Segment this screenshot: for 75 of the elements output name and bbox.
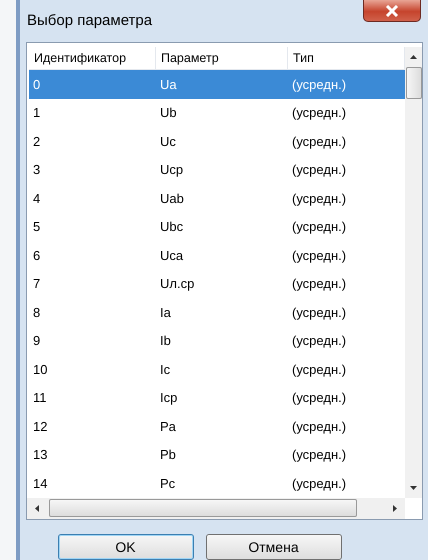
table-row[interactable]: 6 Uca (усредн.) <box>29 241 405 270</box>
scroll-up-icon[interactable] <box>410 55 417 59</box>
table-cell-text: (усредн.) <box>291 390 348 406</box>
table-cell-text: 2 <box>32 134 42 149</box>
table-row[interactable]: 2 Uc (усредн.) <box>29 127 405 156</box>
column-header[interactable]: Параметр <box>156 47 288 69</box>
table-cell-text: (усредн.) <box>291 105 348 120</box>
table-cell-text: 12 <box>32 418 48 434</box>
scroll-down-icon[interactable] <box>410 486 417 490</box>
table-cell-text: Uc <box>159 134 177 149</box>
table-cell-text: 0 <box>32 76 42 92</box>
table-row[interactable]: 7 Uл.cp (усредн.) <box>29 270 405 298</box>
close-button[interactable] <box>363 0 421 22</box>
table-row[interactable]: 14 Pc (усредн.) <box>29 469 405 498</box>
table-cell-text: 1 <box>32 105 42 120</box>
table-row[interactable]: 5 Ubc (усредн.) <box>29 212 405 241</box>
table-cell-text: 8 <box>32 304 42 320</box>
dialog-button[interactable]: OK <box>58 534 194 560</box>
table-cell-text: Uab <box>159 190 185 206</box>
table-cell-text: Uca <box>159 248 184 263</box>
table-cell-text: Ia <box>159 304 172 320</box>
table-cell-text: Pa <box>159 418 177 434</box>
table-cell-text: 4 <box>32 190 42 206</box>
table-cell-text: Ic <box>159 362 172 377</box>
table-cell-text: 13 <box>32 447 48 462</box>
table-cell-text: (усредн.) <box>291 276 348 292</box>
horizontal-scrollbar[interactable] <box>27 498 405 519</box>
close-icon <box>385 4 399 16</box>
table-cell-text: Icp <box>159 390 178 406</box>
vertical-scrollbar[interactable] <box>405 47 422 498</box>
scroll-thumb[interactable] <box>49 499 357 518</box>
table-cell-text: (усредн.) <box>291 190 348 206</box>
table-row[interactable]: 9 Ib (усредн.) <box>29 326 405 355</box>
table-cell-text: 5 <box>32 219 42 234</box>
table-cell-text: Ua <box>159 76 178 92</box>
table-cell-text: (усредн.) <box>291 304 348 320</box>
table-cell-text: (усредн.) <box>291 447 348 462</box>
table-cell-text: (усредн.) <box>291 362 348 377</box>
table-row[interactable]: 0 Ua (усредн.) <box>29 70 405 98</box>
scroll-right-icon[interactable] <box>393 504 397 512</box>
table-row[interactable]: 10 Ic (усредн.) <box>29 355 405 384</box>
scroll-thumb[interactable] <box>406 67 422 99</box>
table-cell-text: 9 <box>32 333 42 348</box>
table-cell-text: 11 <box>32 390 48 406</box>
table-cell-text: 14 <box>32 476 48 491</box>
table-row[interactable]: 3 Ucp (усредн.) <box>29 156 405 184</box>
window-title: Выбор параметра <box>27 12 152 28</box>
table-cell-text: 3 <box>32 162 42 178</box>
table-row[interactable]: 13 Pb (усредн.) <box>29 440 405 469</box>
table-cell-text: Uл.cp <box>159 276 196 292</box>
column-header[interactable]: Идентификатор <box>29 47 156 69</box>
table-cell-text: 6 <box>32 248 42 263</box>
table-cell-text: Ubc <box>159 219 184 234</box>
table-cell-text: 7 <box>32 276 42 292</box>
scroll-left-icon[interactable] <box>35 504 39 512</box>
table-cell-text: (усредн.) <box>291 248 348 263</box>
table-cell-text: (усредн.) <box>291 219 348 234</box>
table-cell-text: (усредн.) <box>291 476 348 491</box>
table-cell-text: (усредн.) <box>291 134 348 149</box>
table-cell-text: Pb <box>159 447 177 462</box>
table-cell-text: (усредн.) <box>291 76 348 92</box>
dialog-button[interactable]: Отмена <box>206 534 342 560</box>
table-row[interactable]: 4 Uab (усредн.) <box>29 184 405 212</box>
table-row[interactable]: 1 Ub (усредн.) <box>29 98 405 127</box>
table-cell-text: Ib <box>159 333 172 348</box>
table-cell-text: Ub <box>159 105 178 120</box>
table-cell-text: (усредн.) <box>291 162 348 178</box>
table-cell-text: (усредн.) <box>291 333 348 348</box>
table-cell-text: Ucp <box>159 162 184 178</box>
table-row[interactable]: 11 Icp (усредн.) <box>29 384 405 412</box>
table-cell-text: 10 <box>32 362 48 377</box>
table-row[interactable]: 8 Ia (усредн.) <box>29 298 405 326</box>
table-row[interactable]: 12 Pa (усредн.) <box>29 412 405 440</box>
table-cell-text: Pc <box>159 476 176 491</box>
table-cell-text: (усредн.) <box>291 418 348 434</box>
